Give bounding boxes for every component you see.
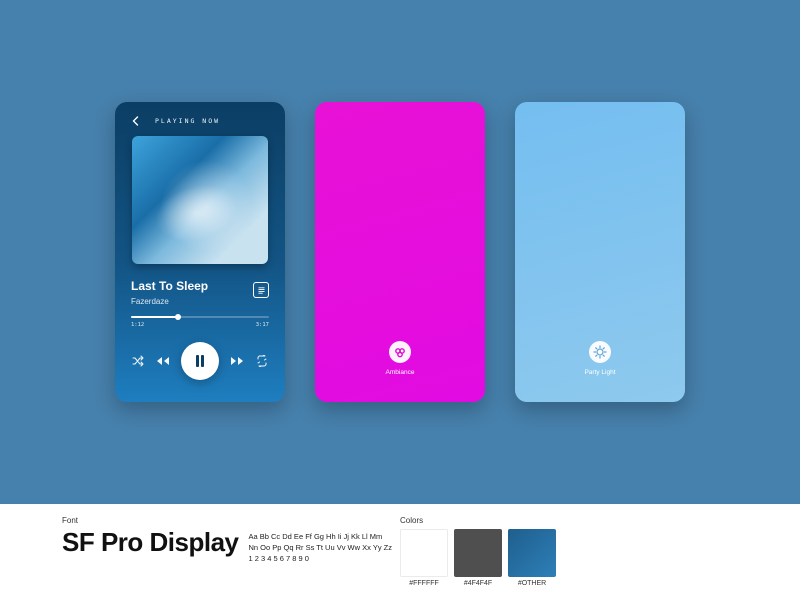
- repeat-button[interactable]: [255, 354, 269, 368]
- theme-label: Ambiance: [386, 369, 415, 376]
- swatches: #FFFFFF #4F4F4F #OTHER: [400, 529, 556, 587]
- back-button[interactable]: [131, 116, 141, 126]
- colors-caption: Colors: [400, 516, 556, 525]
- specimen-line: 1 2 3 4 5 6 7 8 9 0: [249, 554, 393, 565]
- specimen-line: Aa Bb Cc Dd Ee Ff Gg Hh Ii Jj Kk Ll Mm: [249, 532, 393, 543]
- theme-card-ambiance[interactable]: Ambiance: [315, 102, 485, 402]
- swatch-box: [400, 529, 448, 577]
- time-elapsed: 1:12: [131, 322, 144, 328]
- swatch-label: #4F4F4F: [464, 580, 492, 587]
- album-art[interactable]: [132, 136, 268, 264]
- progress-fill: [131, 316, 178, 318]
- track-info: Last To Sleep Fazerdaze: [131, 280, 208, 306]
- theme-label: Party Light: [584, 369, 615, 376]
- previous-button[interactable]: [156, 354, 170, 368]
- time-total: 3:17: [256, 322, 269, 328]
- shuffle-button[interactable]: [131, 354, 145, 368]
- progress-slider[interactable]: [131, 316, 269, 318]
- specimen-line: Nn Oo Pp Qq Rr Ss Tt Uu Vv Ww Xx Yy Zz: [249, 543, 393, 554]
- player-controls: [131, 342, 269, 380]
- font-caption: Font: [62, 516, 239, 525]
- font-specimen: Aa Bb Cc Dd Ee Ff Gg Hh Ii Jj Kk Ll Mm N…: [249, 516, 393, 565]
- font-name: SF Pro Display: [62, 527, 239, 558]
- swatch-white: #FFFFFF: [400, 529, 448, 587]
- swatch-label: #FFFFFF: [409, 580, 439, 587]
- player-screen: PLAYING NOW Last To Sleep Fazerdaze 1:12…: [115, 102, 285, 402]
- swatch-other: #OTHER: [508, 529, 556, 587]
- swatch-label: #OTHER: [518, 580, 546, 587]
- progress: 1:12 3:17: [131, 316, 269, 328]
- play-pause-button[interactable]: [181, 342, 219, 380]
- colors-block: Colors #FFFFFF #4F4F4F #OTHER: [400, 516, 556, 587]
- ambiance-icon: [389, 341, 411, 363]
- swatch-box: [508, 529, 556, 577]
- theme-card-party-light[interactable]: Party Light: [515, 102, 685, 402]
- font-block: Font SF Pro Display: [62, 516, 239, 558]
- track-artist: Fazerdaze: [131, 297, 208, 306]
- swatch-box: [454, 529, 502, 577]
- next-button[interactable]: [230, 354, 244, 368]
- swatch-dark: #4F4F4F: [454, 529, 502, 587]
- player-header: PLAYING NOW: [131, 116, 269, 126]
- party-light-icon: [589, 341, 611, 363]
- track-title: Last To Sleep: [131, 280, 208, 293]
- styleguide-footer: Font SF Pro Display Aa Bb Cc Dd Ee Ff Gg…: [0, 504, 800, 600]
- design-canvas: PLAYING NOW Last To Sleep Fazerdaze 1:12…: [0, 0, 800, 504]
- playing-now-label: PLAYING NOW: [155, 117, 220, 125]
- lyrics-button[interactable]: [253, 282, 269, 298]
